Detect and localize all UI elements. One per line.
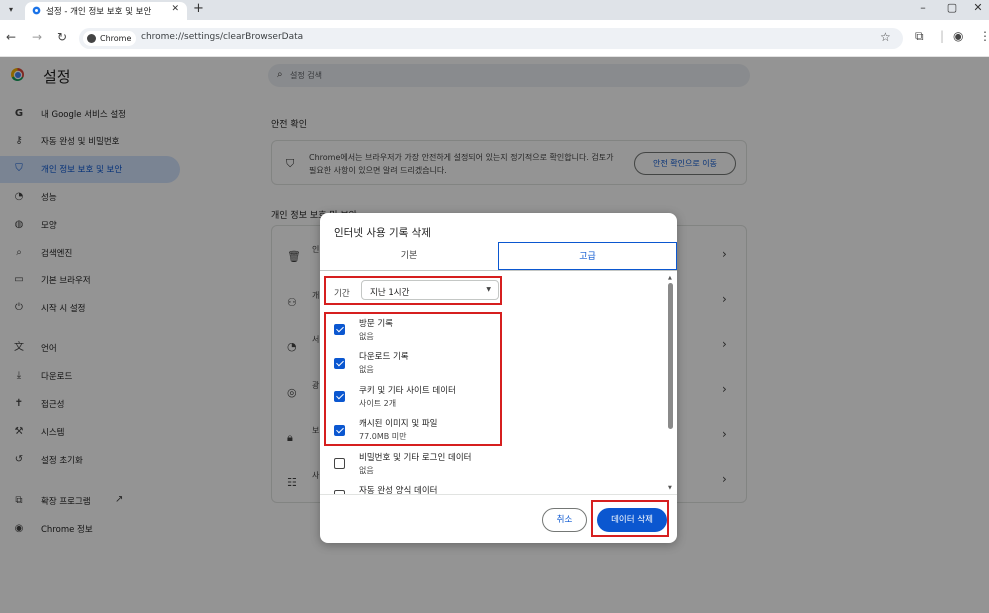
delete-data-button[interactable]: 데이터 삭제	[597, 508, 667, 532]
menu-kebab-icon[interactable]: ⋮	[979, 29, 989, 43]
tab-basic[interactable]: 기본	[320, 242, 498, 270]
chevron-down-icon: ▼	[486, 286, 491, 293]
scroll-up-icon[interactable]: ▲	[668, 275, 672, 281]
site-info-chip[interactable]: Chrome	[83, 31, 137, 46]
tab-title: 설정 - 개인 정보 보호 및 보안	[46, 7, 152, 17]
tab-settings[interactable]: 설정 - 개인 정보 보호 및 보안 ✕	[25, 2, 187, 20]
scroll-down-icon[interactable]: ▼	[668, 485, 672, 491]
checkbox-history[interactable]	[334, 324, 345, 335]
address-bar[interactable]: Chrome chrome://settings/clearBrowserDat…	[79, 28, 903, 49]
tab-search-icon[interactable]: ▾	[4, 3, 18, 17]
tab-strip: ▾ 설정 - 개인 정보 보호 및 보안 ✕ + – ▢ ✕	[0, 0, 989, 20]
toolbar-divider: |	[940, 29, 945, 43]
dialog-title: 인터넷 사용 기록 삭제	[334, 227, 431, 239]
cancel-button[interactable]: 취소	[542, 508, 587, 532]
checkbox-passwords[interactable]	[334, 458, 345, 469]
option-title: 비밀번호 및 기타 로그인 데이터	[359, 453, 472, 463]
footer-divider	[320, 494, 677, 495]
checkbox-download-history[interactable]	[334, 358, 345, 369]
option-title: 캐시된 이미지 및 파일	[359, 419, 438, 429]
url-text[interactable]: chrome://settings/clearBrowserData	[141, 32, 303, 42]
option-subtitle: 없음	[359, 365, 374, 374]
tab-divider	[320, 270, 677, 271]
maximize-icon[interactable]: ▢	[942, 1, 962, 14]
period-label: 기간	[334, 289, 350, 299]
options-scrollbar[interactable]: ▲ ▼	[668, 275, 673, 495]
option-subtitle: 77.0MB 미만	[359, 432, 407, 441]
checkbox-cookies[interactable]	[334, 391, 345, 402]
option-subtitle: 사이트 2개	[359, 399, 397, 408]
option-title: 자동 완성 양식 데이터	[359, 486, 438, 494]
back-icon[interactable]: ←	[6, 30, 16, 44]
period-select[interactable]: 지난 1시간 ▼	[361, 280, 499, 300]
scrollbar-thumb[interactable]	[668, 283, 673, 429]
option-subtitle: 없음	[359, 466, 374, 475]
forward-icon[interactable]: →	[32, 30, 42, 44]
bookmark-star-icon[interactable]: ☆	[880, 30, 891, 44]
checkbox-cache[interactable]	[334, 425, 345, 436]
reload-icon[interactable]: ↻	[57, 30, 67, 44]
new-tab-button[interactable]: +	[193, 1, 204, 16]
close-icon[interactable]: ✕	[171, 4, 179, 14]
chip-label: Chrome	[100, 34, 132, 43]
option-title: 방문 기록	[359, 319, 393, 329]
period-value: 지난 1시간	[370, 288, 410, 298]
option-subtitle: 없음	[359, 332, 374, 341]
window-close-icon[interactable]: ✕	[968, 1, 988, 14]
tab-advanced[interactable]: 고급	[498, 242, 677, 270]
option-title: 다운로드 기록	[359, 352, 409, 362]
extensions-icon[interactable]: ⧉	[915, 29, 924, 44]
clear-browsing-data-dialog: 인터넷 사용 기록 삭제 기본 고급 기간 지난 1시간 ▼ 방문 기록 없음 …	[320, 213, 677, 543]
profile-icon[interactable]: ◉	[953, 29, 963, 43]
chrome-icon	[87, 34, 96, 43]
minimize-icon[interactable]: –	[913, 1, 933, 14]
option-title: 쿠키 및 기타 사이트 데이터	[359, 386, 456, 396]
toolbar: ← → ↻ Chrome chrome://settings/clearBrow…	[0, 20, 989, 57]
gear-icon	[32, 6, 41, 15]
